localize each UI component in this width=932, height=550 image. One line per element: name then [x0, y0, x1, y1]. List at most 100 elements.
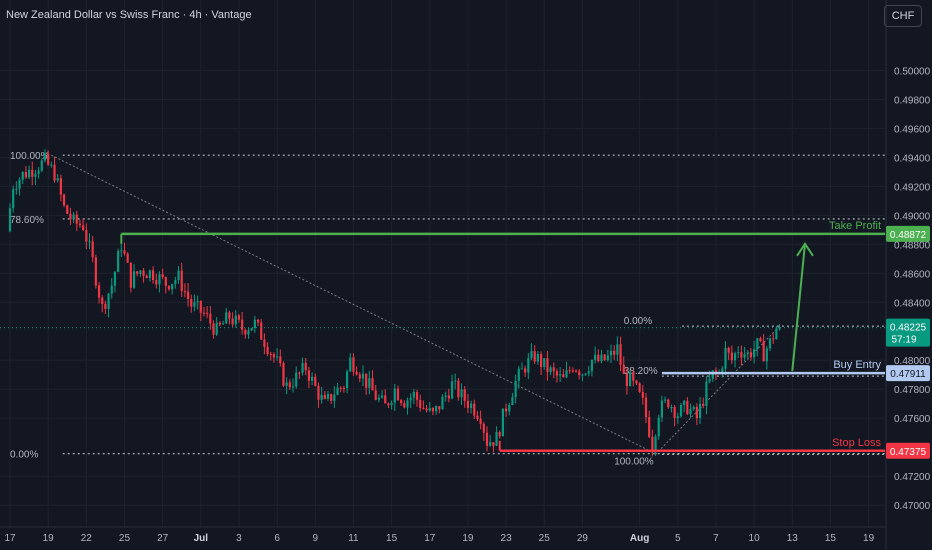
candle-body — [40, 160, 43, 171]
candle-body — [244, 329, 247, 335]
candle-body — [247, 330, 250, 335]
candle-body — [326, 394, 330, 399]
fib-level-label: 78.60% — [10, 215, 44, 226]
fib-level-label-right: 38.20% — [624, 366, 658, 377]
candle-body — [27, 169, 31, 178]
candle-body — [473, 403, 476, 416]
candle-body — [721, 368, 724, 373]
candle-body — [43, 153, 47, 161]
candle-body — [53, 164, 56, 181]
y-tick-label: 0.49800 — [894, 95, 931, 106]
candle-body — [215, 322, 218, 335]
candle-body — [148, 270, 152, 279]
candle-body — [657, 417, 660, 437]
candle-body — [298, 372, 301, 374]
candle — [94, 254, 97, 289]
x-tick-label: 19 — [462, 533, 474, 544]
candle-body — [285, 382, 288, 386]
candle-body — [279, 356, 282, 364]
candle-body — [444, 395, 447, 397]
x-tick-label: 7 — [713, 533, 719, 544]
candle-body — [260, 322, 263, 340]
candle-body — [228, 312, 231, 319]
candle-body — [107, 293, 110, 309]
chart-canvas[interactable]: 100.00% 78.60% 0.00% 0.00% 38.20% 100.00% Tak… — [0, 0, 932, 550]
candle-body — [8, 208, 12, 232]
fib-level-label: 0.00% — [10, 450, 38, 461]
candle-body — [320, 394, 323, 400]
candle-body — [31, 169, 34, 177]
y-tick-label: 0.49600 — [894, 124, 931, 135]
candle-body — [307, 370, 311, 381]
candle-body — [603, 354, 606, 361]
candle-body — [632, 372, 635, 381]
candle-body — [174, 280, 177, 284]
candle-body — [221, 323, 225, 325]
candle-body — [72, 214, 75, 220]
candle-body — [406, 400, 409, 408]
candle-body — [543, 358, 546, 367]
candle-body — [345, 371, 349, 389]
candle-body — [387, 403, 390, 406]
candle-body — [422, 407, 425, 409]
y-tick-label: 0.47600 — [894, 414, 931, 425]
candle-body — [34, 173, 37, 177]
candle-body — [59, 178, 62, 195]
candle-body — [225, 312, 228, 324]
candle — [657, 414, 660, 440]
candle-body — [142, 270, 145, 276]
candle-body — [91, 241, 94, 258]
y-tick-label: 0.49000 — [894, 211, 931, 222]
candle-body — [549, 367, 552, 373]
candle-body — [648, 417, 651, 437]
candle-body — [104, 303, 107, 309]
candle-body — [683, 400, 686, 405]
candle-body — [69, 213, 72, 220]
candle-body — [644, 397, 648, 418]
candle-body — [241, 319, 244, 330]
candle-body — [454, 380, 457, 382]
candle-body — [568, 370, 571, 372]
x-tick-label: 9 — [312, 533, 318, 544]
candle-body — [511, 397, 514, 405]
candle-body — [425, 408, 428, 411]
x-tick-label: 5 — [675, 533, 681, 544]
candle-body — [584, 373, 587, 375]
candle-body — [234, 315, 237, 325]
candle-body — [206, 312, 209, 314]
candle-body — [438, 405, 441, 410]
candle-body — [753, 349, 756, 358]
candle-body — [164, 277, 167, 286]
candle-body — [361, 373, 365, 379]
candle-body — [457, 380, 460, 398]
candle-body — [660, 400, 663, 418]
candle-body — [177, 270, 180, 281]
candle-body — [775, 328, 778, 340]
y-tick-label: 0.49400 — [894, 153, 931, 164]
candle — [457, 377, 460, 401]
candle-body — [565, 370, 568, 378]
candle-body — [740, 352, 743, 358]
candle-body — [145, 275, 148, 279]
candle-body — [291, 386, 295, 388]
candle-body — [15, 188, 18, 190]
candle-body — [183, 291, 186, 293]
candle-body — [533, 351, 536, 362]
chart-area[interactable]: 100.00% 78.60% 0.00% 0.00% 38.20% 100.00% Tak… — [0, 0, 932, 550]
take-profit-price-text: 0.48872 — [890, 230, 927, 241]
candle-body — [629, 372, 632, 387]
candle-body — [186, 291, 190, 299]
candle-body — [435, 405, 438, 412]
candle-body — [56, 178, 59, 181]
y-tick-label: 0.48800 — [894, 240, 931, 251]
candle-body — [431, 407, 435, 412]
stop-loss-label: Stop Loss — [832, 437, 881, 449]
candle-body — [209, 313, 212, 324]
currency-button[interactable]: CHF — [884, 5, 922, 27]
candle-body — [415, 391, 419, 400]
y-tick-label: 0.47800 — [894, 385, 931, 396]
candle-body — [590, 360, 594, 372]
candle-body — [117, 250, 120, 272]
candle-body — [311, 376, 314, 381]
candle-body — [695, 406, 698, 418]
